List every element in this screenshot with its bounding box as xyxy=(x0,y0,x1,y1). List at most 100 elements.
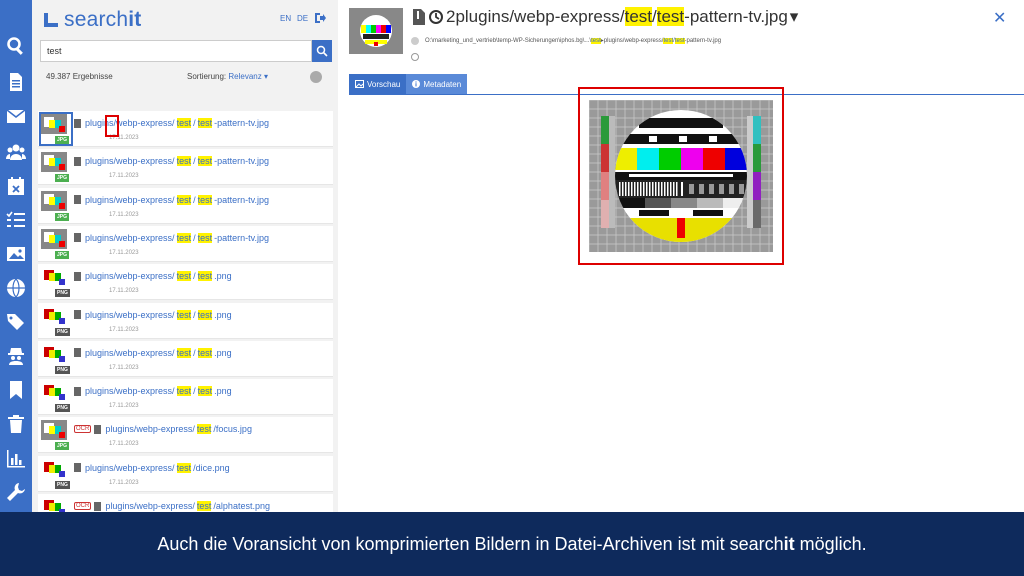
result-path-prefix: plugins/webp-express/ xyxy=(85,462,175,473)
lang-en-link[interactable]: EN xyxy=(280,14,291,23)
file-type-badge: PNG xyxy=(55,365,70,374)
result-thumbnail[interactable]: PNG xyxy=(41,305,71,336)
result-path-suffix: .png xyxy=(214,309,232,320)
sort-control[interactable]: Sortierung: Relevanz ▾ xyxy=(187,72,268,81)
history-icon[interactable] xyxy=(428,9,444,25)
result-row[interactable]: JPG plugins/webp-express/test / test -patter… xyxy=(38,111,333,147)
thumbnail-image xyxy=(41,458,67,479)
result-path-suffix: .png xyxy=(214,271,232,282)
result-thumbnail[interactable]: PNG xyxy=(41,458,71,489)
result-thumbnail[interactable]: JPG xyxy=(39,112,73,146)
result-thumbnail[interactable]: PNG xyxy=(41,267,71,298)
result-path-middle: / xyxy=(193,118,196,128)
document-icon[interactable] xyxy=(4,70,28,94)
result-path-prefix: plugins/webp-express/ xyxy=(85,347,175,358)
mail-icon[interactable] xyxy=(4,104,28,128)
search-highlight: test xyxy=(176,271,192,282)
sort-label: Sortierung: xyxy=(187,72,227,81)
bookmark-icon[interactable] xyxy=(4,378,28,402)
result-title[interactable]: OCR plugins/webp-express/test/alphatest.p… xyxy=(74,501,270,511)
result-row[interactable]: JPG OCR plugins/webp-express/test/focus.jp… xyxy=(38,417,333,454)
ocr-badge: OCR xyxy=(74,502,92,510)
users-icon[interactable] xyxy=(4,140,28,164)
result-date: 17.11.2023 xyxy=(109,403,139,410)
search-highlight: test xyxy=(176,347,192,358)
image-icon[interactable] xyxy=(4,242,28,266)
file-type-badge: PNG xyxy=(55,327,70,336)
result-row[interactable]: PNG plugins/webp-express/test / test .png 17.… xyxy=(38,302,333,339)
result-row[interactable]: PNG plugins/webp-express/test/dice.png 17.… xyxy=(38,455,333,492)
tags-icon[interactable] xyxy=(4,310,28,334)
tab-preview[interactable]: Vorschau xyxy=(349,74,407,94)
result-title[interactable]: plugins/webp-express/test / test .png xyxy=(74,386,232,397)
caret-down-icon[interactable]: ▾ xyxy=(790,7,799,27)
file-icon xyxy=(74,118,81,128)
result-row[interactable]: JPG plugins/webp-express/test / test -patter… xyxy=(38,149,333,186)
result-title[interactable]: plugins/webp-express/test / test .png xyxy=(74,347,232,358)
thumbnail-image xyxy=(41,382,67,403)
globe-icon[interactable] xyxy=(4,276,28,300)
trash-icon[interactable] xyxy=(4,412,28,436)
result-thumbnail[interactable]: JPG xyxy=(41,152,71,183)
detail-title-text: 2plugins/webp-express/test/test-pattern-… xyxy=(446,7,788,26)
result-thumbnail[interactable]: JPG xyxy=(41,228,71,259)
result-title[interactable]: plugins/webp-express/test / test -pattern-t… xyxy=(74,232,269,243)
result-row[interactable]: PNG plugins/webp-express/test / test .png 17.… xyxy=(38,264,333,301)
search-highlight: test xyxy=(197,347,213,358)
loading-icon xyxy=(411,53,419,61)
result-path-prefix: plugins/webp-express/ xyxy=(85,118,175,128)
calendar-icon[interactable] xyxy=(4,174,28,198)
result-path-middle: / xyxy=(193,271,196,282)
result-title[interactable]: plugins/webp-express/test / test .png xyxy=(74,271,232,282)
icon-rail xyxy=(0,0,32,512)
result-count: 49.387 Ergebnisse xyxy=(46,72,113,81)
result-path-suffix: -pattern-tv.jpg xyxy=(214,194,269,205)
result-title[interactable]: plugins/webp-express/test / test -pattern-t… xyxy=(74,156,269,167)
file-type-badge: JPG xyxy=(55,250,70,259)
search-icon[interactable] xyxy=(4,34,28,58)
lang-de-link[interactable]: DE xyxy=(297,14,308,23)
result-thumbnail[interactable]: PNG xyxy=(41,343,71,374)
file-icon xyxy=(74,386,81,396)
sort-value[interactable]: Relevanz xyxy=(228,72,261,81)
task-list-icon[interactable] xyxy=(4,208,28,232)
statistics-icon[interactable] xyxy=(4,446,28,470)
app: searchit EN DE 49.387 Ergebnisse Sortier… xyxy=(0,0,1024,576)
result-path-prefix: plugins/webp-express/ xyxy=(85,156,175,167)
tv-test-pattern-thumbnail xyxy=(349,8,403,54)
result-row[interactable]: JPG plugins/webp-express/test / test -patter… xyxy=(38,225,333,262)
result-title[interactable]: plugins/webp-express/test / test -pattern-t… xyxy=(74,118,269,128)
file-type-badge: PNG xyxy=(55,480,70,489)
close-icon[interactable]: ✕ xyxy=(993,8,1006,28)
result-date: 17.11.2023 xyxy=(109,249,139,256)
search-highlight: test xyxy=(197,118,213,128)
result-title[interactable]: plugins/webp-express/test / test -pattern-t… xyxy=(74,194,269,205)
result-row[interactable]: PNG plugins/webp-express/test / test .png 17.… xyxy=(38,340,333,377)
result-thumbnail[interactable]: PNG xyxy=(41,382,71,413)
wrench-icon[interactable] xyxy=(4,480,28,504)
result-path-middle: /alphatest.png xyxy=(213,501,270,511)
logout-icon[interactable] xyxy=(314,12,326,24)
file-icon xyxy=(74,463,81,473)
result-title[interactable]: plugins/webp-express/test / test .png xyxy=(74,309,232,320)
search-button[interactable] xyxy=(312,40,332,62)
result-path-prefix: plugins/webp-express/ xyxy=(85,232,175,243)
detail-tabs: Vorschau Metadaten xyxy=(349,74,468,94)
logo-mark-icon xyxy=(44,13,58,27)
result-date: 17.11.2023 xyxy=(109,441,139,448)
result-thumbnail[interactable]: JPG xyxy=(41,420,71,451)
result-row[interactable]: PNG plugins/webp-express/test / test .png 17.… xyxy=(38,379,333,416)
result-row[interactable]: JPG plugins/webp-express/test / test -patter… xyxy=(38,187,333,224)
result-date: 17.11.2023 xyxy=(109,479,139,486)
search-input[interactable] xyxy=(40,40,312,62)
tab-metadata[interactable]: Metadaten xyxy=(406,74,468,94)
result-date: 17.11.2023 xyxy=(109,364,139,371)
result-thumbnail[interactable]: JPG xyxy=(41,190,71,221)
caption-text: Auch die Voransicht von komprimierten Bi… xyxy=(157,533,867,554)
result-title[interactable]: plugins/webp-express/test/dice.png xyxy=(74,462,230,473)
search-highlight: test xyxy=(197,271,213,282)
result-path-suffix: -pattern-tv.jpg xyxy=(214,118,269,128)
agent-icon[interactable] xyxy=(4,344,28,368)
result-title[interactable]: OCR plugins/webp-express/test/focus.jpg xyxy=(74,424,252,435)
filter-options-icon[interactable] xyxy=(310,71,322,83)
